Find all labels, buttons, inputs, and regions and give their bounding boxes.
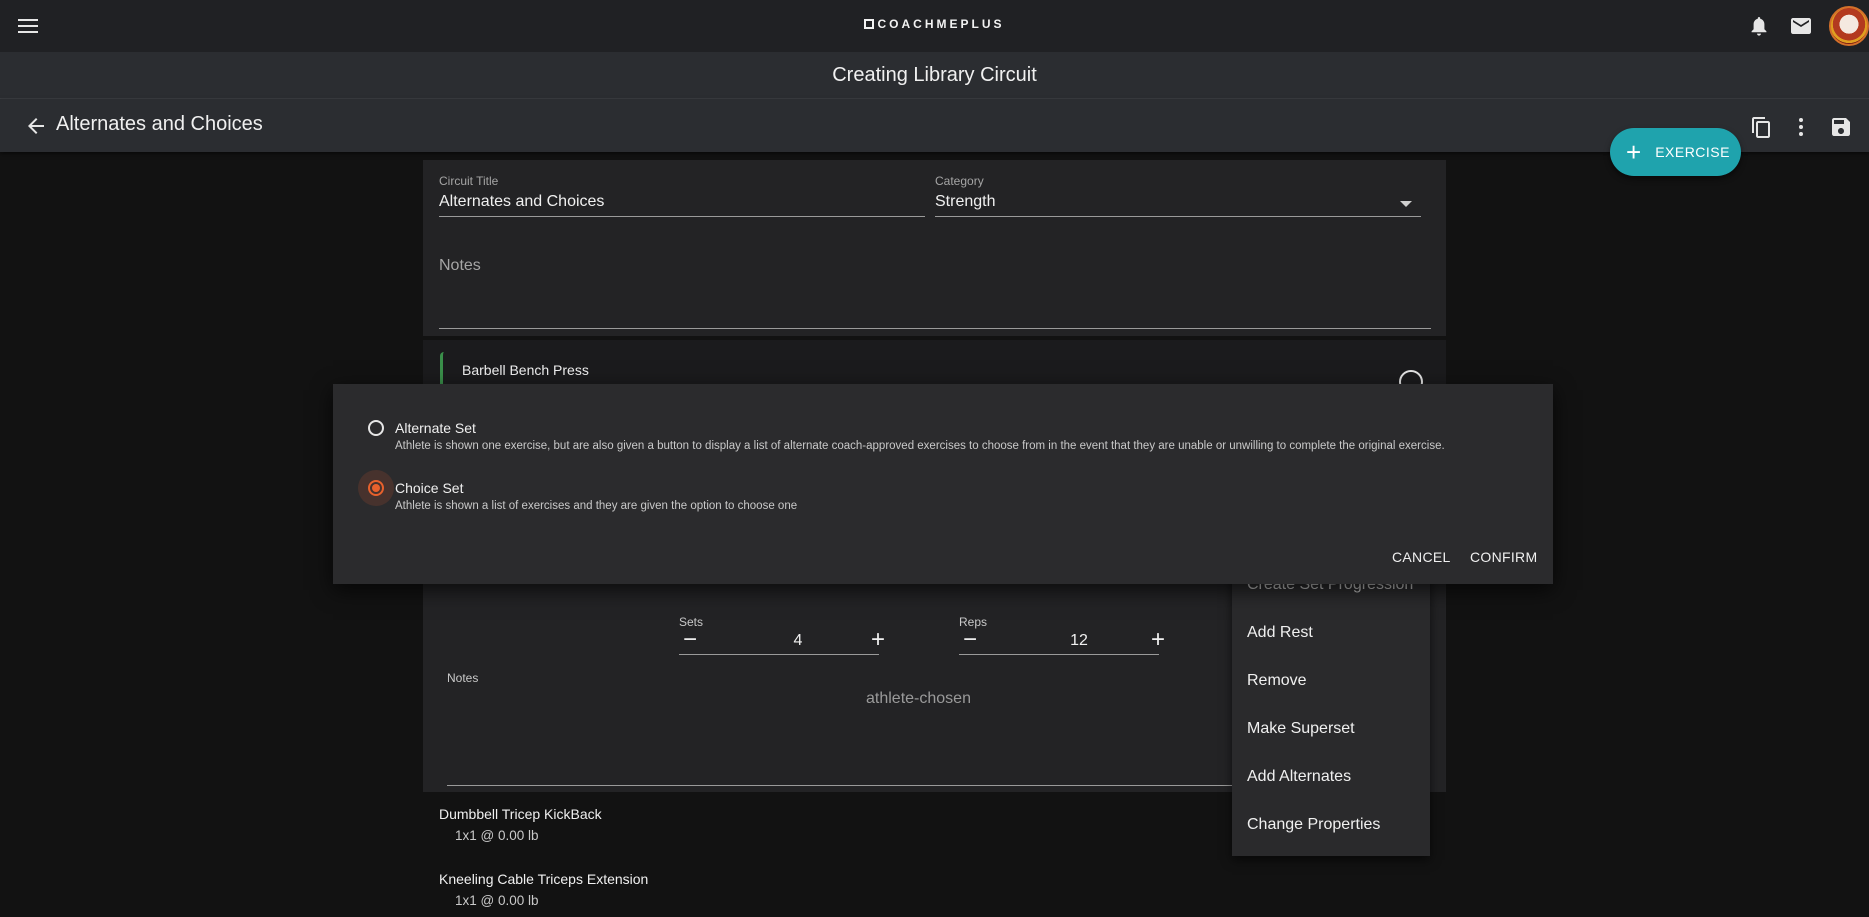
app-logo: COACHMEPLUS xyxy=(0,17,1869,31)
circuit-toolbar: Alternates and Choices xyxy=(0,99,1869,152)
menu-item-add-alternates[interactable]: Add Alternates xyxy=(1247,768,1351,786)
circuit-title-input[interactable]: Alternates and Choices xyxy=(439,193,604,211)
reps-decrement-button[interactable]: − xyxy=(959,628,981,652)
sets-decrement-button[interactable]: − xyxy=(679,628,701,652)
exercise-notes-underline xyxy=(447,785,1247,786)
add-exercise-button[interactable]: + EXERCISE xyxy=(1610,128,1741,176)
circuit-notes-input[interactable]: Notes xyxy=(439,257,481,275)
circuit-form: Circuit Title Alternates and Choices Cat… xyxy=(423,160,1446,336)
app-header: COACHMEPLUS xyxy=(0,0,1869,52)
bell-icon[interactable] xyxy=(1741,8,1777,44)
avatar[interactable] xyxy=(1829,6,1869,46)
category-underline xyxy=(935,216,1421,217)
save-icon[interactable] xyxy=(1823,109,1859,145)
notes-underline xyxy=(439,328,1431,329)
add-exercise-label: EXERCISE xyxy=(1655,144,1730,160)
sets-underline xyxy=(679,654,879,655)
exercise-notes-input[interactable]: athlete-chosen xyxy=(866,690,971,708)
header-actions xyxy=(1741,0,1869,52)
toolbar-actions xyxy=(1743,109,1859,145)
radio-choice-set[interactable] xyxy=(368,480,384,496)
confirm-button[interactable]: CONFIRM xyxy=(1470,549,1537,565)
exercise-detail: 1x1 @ 0.00 lb xyxy=(455,828,539,843)
exercise-name[interactable]: Kneeling Cable Triceps Extension xyxy=(439,871,648,887)
circuit-title-underline xyxy=(439,216,925,217)
chevron-down-icon[interactable] xyxy=(1400,201,1412,207)
menu-item-make-superset[interactable]: Make Superset xyxy=(1247,720,1355,738)
page-subtitle-bar: Creating Library Circuit xyxy=(0,52,1869,99)
option-title-choice-set[interactable]: Choice Set xyxy=(395,480,463,496)
set-type-dialog: Alternate Set Athlete is shown one exerc… xyxy=(333,384,1553,584)
reps-underline xyxy=(959,654,1159,655)
more-vertical-icon[interactable] xyxy=(1783,109,1819,145)
copy-icon[interactable] xyxy=(1743,109,1779,145)
option-description-alternate-set: Athlete is shown one exercise, but are a… xyxy=(395,440,1445,452)
reps-value[interactable]: 12 xyxy=(1059,632,1099,650)
exercise-context-menu: Create Set Progression Add Rest Remove M… xyxy=(1232,566,1430,856)
exercise-notes-label: Notes xyxy=(447,671,479,685)
sets-increment-button[interactable]: + xyxy=(867,628,889,652)
logo-mark-icon xyxy=(864,19,875,29)
exercise-name[interactable]: Dumbbell Tricep KickBack xyxy=(439,806,602,822)
category-label: Category xyxy=(935,174,984,188)
logo-text: COACHMEPLUS xyxy=(877,17,1005,31)
sets-value[interactable]: 4 xyxy=(778,632,818,650)
option-title-alternate-set[interactable]: Alternate Set xyxy=(395,420,476,436)
page-title: Alternates and Choices xyxy=(56,113,263,135)
menu-item-change-properties[interactable]: Change Properties xyxy=(1247,816,1380,834)
exercise-detail: 1x1 @ 0.00 lb xyxy=(455,893,539,908)
back-arrow-icon[interactable] xyxy=(22,112,50,140)
radio-alternate-set[interactable] xyxy=(368,420,384,436)
plus-icon: + xyxy=(1626,137,1642,167)
mail-icon[interactable] xyxy=(1783,8,1819,44)
page-subtitle: Creating Library Circuit xyxy=(832,64,1037,86)
cancel-button[interactable]: CANCEL xyxy=(1392,549,1451,565)
menu-item-add-rest[interactable]: Add Rest xyxy=(1247,624,1313,642)
option-description-choice-set: Athlete is shown a list of exercises and… xyxy=(395,500,798,512)
menu-item-remove[interactable]: Remove xyxy=(1247,672,1307,690)
reps-increment-button[interactable]: + xyxy=(1147,628,1169,652)
exercise-name: Barbell Bench Press xyxy=(462,362,589,378)
circuit-title-label: Circuit Title xyxy=(439,174,499,188)
category-select[interactable]: Strength xyxy=(935,193,995,211)
